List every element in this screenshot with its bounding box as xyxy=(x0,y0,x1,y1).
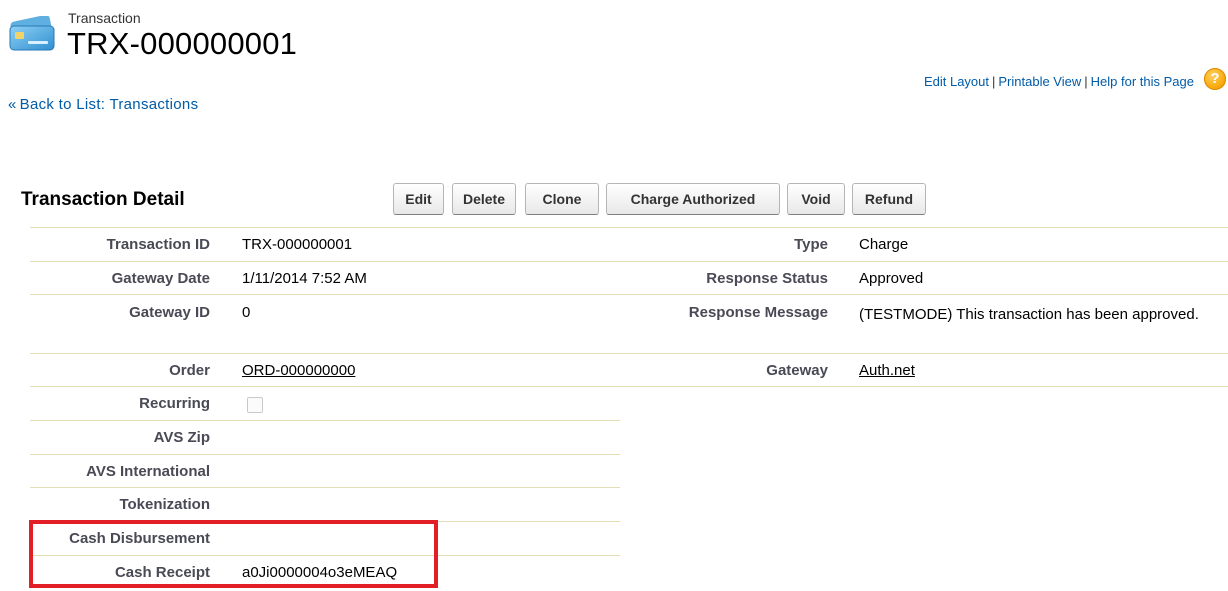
field-label-order: Order xyxy=(169,362,210,379)
field-value-order: ORD-000000000 xyxy=(242,362,355,379)
back-to-list-link[interactable]: «Back to List: Transactions xyxy=(8,96,198,113)
link-separator: | xyxy=(992,74,996,89)
row-divider xyxy=(30,353,1228,354)
edit-button[interactable]: Edit xyxy=(393,183,444,215)
order-link[interactable]: ORD-000000000 xyxy=(242,362,355,379)
field-value-transaction-id: TRX-000000001 xyxy=(242,236,353,253)
row-divider xyxy=(30,261,1228,262)
field-label-gateway: Gateway xyxy=(766,362,828,379)
charge-authorized-button[interactable]: Charge Authorized xyxy=(606,183,780,215)
edit-layout-link[interactable]: Edit Layout xyxy=(924,74,989,89)
highlight-box xyxy=(29,520,438,588)
field-value-response-status: Approved xyxy=(859,270,924,287)
field-label-avs-international: AVS International xyxy=(86,463,210,480)
field-label-gateway-id: Gateway ID xyxy=(129,304,210,321)
field-label-gateway-date: Gateway Date xyxy=(111,270,210,287)
clone-button[interactable]: Clone xyxy=(525,183,599,215)
field-value-type: Charge xyxy=(859,236,909,253)
field-label-response-status: Response Status xyxy=(706,270,828,287)
delete-button[interactable]: Delete xyxy=(452,183,516,215)
field-value-gateway-id: 0 xyxy=(242,304,251,321)
field-value-response-message: (TESTMODE) This transaction has been app… xyxy=(859,306,1199,323)
row-divider xyxy=(30,420,620,421)
field-label-tokenization: Tokenization xyxy=(119,496,210,513)
credit-card-icon xyxy=(6,14,60,54)
help-icon[interactable]: ? xyxy=(1204,68,1226,90)
field-label-type: Type xyxy=(794,236,828,253)
page-links: Edit Layout | Printable View | Help for this… xyxy=(924,74,1194,89)
row-divider xyxy=(30,386,1228,387)
object-type-label: Transaction xyxy=(68,10,141,26)
field-label-avs-zip: AVS Zip xyxy=(153,429,210,446)
field-label-recurring: Recurring xyxy=(139,395,210,412)
field-label-transaction-id: Transaction ID xyxy=(106,236,210,253)
row-divider xyxy=(30,227,1228,228)
void-button[interactable]: Void xyxy=(787,183,845,215)
row-divider xyxy=(30,487,620,488)
refund-button[interactable]: Refund xyxy=(852,183,926,215)
recurring-checkbox xyxy=(247,397,263,413)
link-separator: | xyxy=(1084,74,1088,89)
help-link[interactable]: Help for this Page xyxy=(1091,74,1194,89)
back-to-list-label[interactable]: Back to List: Transactions xyxy=(20,96,199,113)
printable-view-link[interactable]: Printable View xyxy=(998,74,1081,89)
gateway-link[interactable]: Auth.net xyxy=(859,362,915,379)
row-divider xyxy=(30,294,1228,295)
field-value-gateway-date: 1/11/2014 7:52 AM xyxy=(242,270,367,287)
record-title: TRX-000000001 xyxy=(67,26,298,61)
field-label-response-message: Response Message xyxy=(688,304,828,321)
row-divider xyxy=(30,454,620,455)
field-value-gateway: Auth.net xyxy=(859,362,915,379)
double-chevron-left-icon: « xyxy=(8,96,17,113)
section-title: Transaction Detail xyxy=(21,189,185,210)
